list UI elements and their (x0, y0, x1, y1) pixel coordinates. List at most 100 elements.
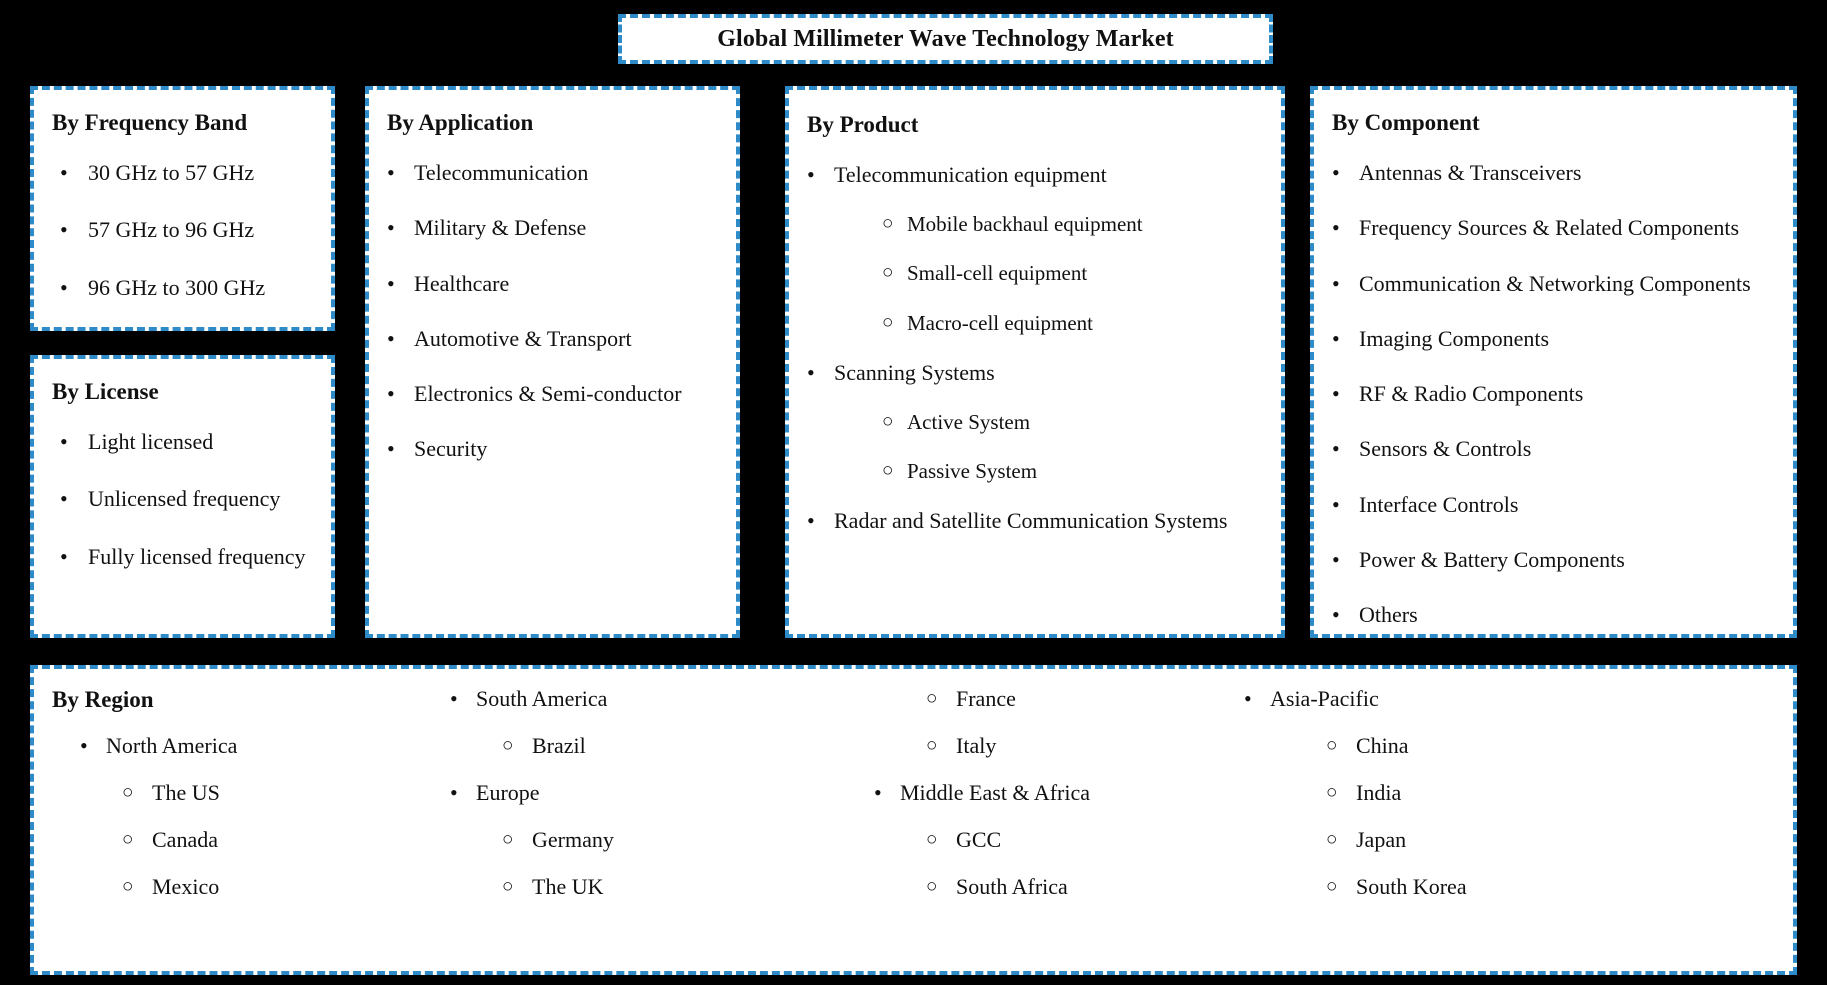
bullet-circle-icon: ○ (1326, 782, 1338, 803)
sub-list-item: ○ Active System (807, 410, 1263, 434)
list-item: • 96 GHz to 300 GHz (52, 275, 313, 300)
bullet-circle-icon: ○ (122, 782, 134, 803)
list-item: • 30 GHz to 57 GHz (52, 160, 313, 185)
bullet-circle-icon: ○ (122, 829, 134, 850)
list-item: • Light licensed (52, 429, 313, 454)
list-item: • Sensors & Controls (1332, 436, 1775, 461)
list-item: • Military & Defense (387, 215, 718, 240)
list-item-label: Electronics & Semi-conductor (414, 381, 682, 407)
bullet-circle-icon: ○ (122, 876, 134, 897)
region-sub-item: ○ China (1244, 733, 1775, 758)
region-item-label: Mexico (152, 874, 220, 899)
region-sub-item: ○ Canada (52, 827, 436, 852)
bullet-disc-icon: • (807, 359, 815, 385)
list-item-label: Security (414, 436, 488, 462)
region-item-label: Brazil (532, 733, 586, 758)
list-item: • Security (387, 436, 718, 461)
bullet-circle-icon: ○ (882, 411, 894, 433)
list-item-label: 30 GHz to 57 GHz (88, 160, 255, 185)
list-item-label: Telecommunication (414, 160, 589, 185)
frequency-band-list: • 30 GHz to 57 GHz • 57 GHz to 96 GHz • 96 GH… (52, 160, 313, 300)
region-item-label: Asia-Pacific (1270, 686, 1379, 711)
bullet-circle-icon: ○ (882, 262, 894, 284)
region-item-label: Germany (532, 827, 614, 852)
list-item-label: RF & Radio Components (1359, 381, 1584, 407)
bullet-disc-icon: • (1332, 325, 1340, 351)
list-item-label: 96 GHz to 300 GHz (88, 274, 266, 300)
list-item: • Fully licensed frequency (52, 544, 313, 569)
region-item: • Europe (436, 780, 874, 805)
product-list: • Telecommunication equipment ○ Mobile back… (807, 162, 1263, 534)
region-sub-item: ○ India (1244, 780, 1775, 805)
bullet-disc-icon: • (387, 215, 395, 241)
list-item-label: Small-cell equipment (907, 261, 1088, 286)
market-title-box: Global Millimeter Wave Technology Market (618, 14, 1273, 64)
bullet-disc-icon: • (60, 274, 68, 300)
bullet-circle-icon: ○ (1326, 829, 1338, 850)
region-item-label: North America (106, 733, 238, 758)
sub-list-item: ○ Small-cell equipment (807, 261, 1263, 285)
bullet-disc-icon: • (387, 325, 395, 351)
region-item-label: Middle East & Africa (900, 780, 1091, 805)
list-item: • Unlicensed frequency (52, 486, 313, 511)
bullet-disc-icon: • (387, 436, 395, 462)
region-item-label: GCC (956, 827, 1002, 852)
list-item-label: Macro-cell equipment (907, 310, 1094, 335)
list-item: • Automotive & Transport (387, 326, 718, 351)
list-item: • Telecommunication (387, 160, 718, 185)
region-row: ○ Canada ○ Germany ○ GCC ○ Japan (52, 827, 1775, 875)
bullet-disc-icon: • (1332, 436, 1340, 462)
bullet-circle-icon: ○ (1326, 735, 1338, 756)
list-item-label: Telecommunication equipment (834, 162, 1107, 187)
segment-heading-license: By License (52, 379, 159, 404)
region-item-label: Italy (956, 733, 997, 758)
region-row: ○ The US • Europe • Middle East & Africa ○ Indi… (52, 780, 1775, 828)
list-item-label: Others (1359, 602, 1418, 628)
bullet-circle-icon: ○ (926, 688, 938, 709)
bullet-disc-icon: • (60, 429, 68, 454)
bullet-disc-icon: • (1332, 602, 1340, 628)
region-sub-item: ○ GCC (874, 827, 1244, 852)
bullet-disc-icon: • (1332, 491, 1340, 517)
bullet-disc-icon: • (1332, 160, 1340, 185)
bullet-circle-icon: ○ (502, 735, 514, 756)
list-item-label: Scanning Systems (834, 359, 995, 385)
bullet-circle-icon: ○ (1326, 876, 1338, 897)
sub-list-item: ○ Passive System (807, 459, 1263, 483)
bullet-disc-icon: • (387, 160, 395, 185)
bullet-disc-icon: • (1332, 381, 1340, 407)
list-item: • Radar and Satellite Communication Syste… (807, 508, 1263, 533)
list-item-label: Fully licensed frequency (88, 543, 306, 569)
region-sub-item: ○ Brazil (436, 733, 874, 758)
list-item: • RF & Radio Components (1332, 381, 1775, 406)
list-item-label: Radar and Satellite Communication System… (834, 508, 1228, 534)
list-item-label: Imaging Components (1359, 325, 1550, 351)
list-item-label: Light licensed (88, 429, 214, 454)
bullet-circle-icon: ○ (926, 735, 938, 756)
list-item: • Power & Battery Components (1332, 547, 1775, 572)
list-item: • Electronics & Semi-conductor (387, 381, 718, 406)
segment-heading-region: By Region (52, 687, 154, 712)
application-list: • Telecommunication • Military & Defense • He… (387, 160, 718, 462)
segment-heading-application: By Application (387, 110, 534, 135)
region-item-label: South America (476, 686, 608, 711)
bullet-circle-icon: ○ (502, 829, 514, 850)
list-item: • Healthcare (387, 271, 718, 296)
segment-card-region: By Region • South America ○ France • Asia-Paci… (30, 665, 1797, 975)
list-item-label: Automotive & Transport (414, 325, 632, 351)
bullet-disc-icon: • (450, 686, 458, 711)
region-row: ○ Mexico ○ The UK ○ South Africa ○ South Korea (52, 874, 1775, 922)
list-item: • 57 GHz to 96 GHz (52, 217, 313, 242)
bullet-circle-icon: ○ (926, 829, 938, 850)
region-row: By Region • South America ○ France • Asia-Paci… (52, 686, 1775, 734)
list-item-label: Antennas & Transceivers (1359, 160, 1582, 185)
region-item-label: Canada (152, 827, 218, 852)
list-item-label: Communication & Networking Components (1359, 270, 1751, 296)
bullet-disc-icon: • (874, 780, 882, 805)
list-item: • Interface Controls (1332, 492, 1775, 517)
segment-card-product: By Product • Telecommunication equipment ○… (785, 86, 1285, 638)
list-item-label: Sensors & Controls (1359, 436, 1532, 462)
region-sub-item: ○ Japan (1244, 827, 1775, 852)
bullet-circle-icon: ○ (882, 213, 894, 235)
segment-card-component: By Component • Antennas & Transceivers • Fr… (1310, 86, 1797, 638)
